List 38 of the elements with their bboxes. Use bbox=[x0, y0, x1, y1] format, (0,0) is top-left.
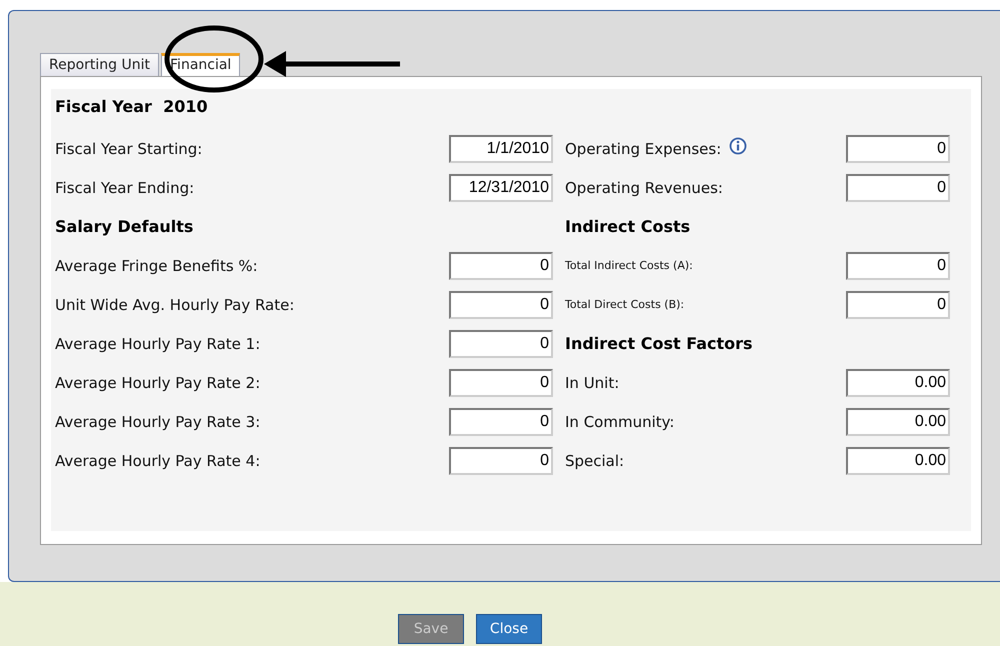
info-icon[interactable] bbox=[729, 136, 748, 154]
section-heading: Fiscal Year 2010 bbox=[55, 97, 209, 116]
tab[interactable]: Financial bbox=[161, 53, 240, 76]
section-heading: Indirect Costs bbox=[564, 217, 692, 236]
number-field[interactable]: 0 bbox=[449, 408, 553, 436]
number-field[interactable]: 0 bbox=[449, 252, 553, 280]
section-heading: Indirect Cost Factors bbox=[564, 334, 754, 353]
field-label: In Unit: bbox=[565, 374, 620, 392]
field-label: In Community: bbox=[565, 412, 674, 430]
button[interactable]: Close bbox=[476, 614, 542, 644]
field-label: Total Indirect Costs (A): bbox=[565, 259, 693, 272]
field-label: Average Hourly Pay Rate 1: bbox=[55, 334, 260, 352]
number-field[interactable]: 1/1/2010 bbox=[449, 134, 553, 162]
number-field[interactable]: 0 bbox=[449, 446, 553, 474]
number-field[interactable]: 0 bbox=[846, 290, 950, 318]
field-label: Special: bbox=[565, 452, 624, 470]
field-label: Average Hourly Pay Rate 4: bbox=[55, 452, 260, 470]
number-field[interactable]: 12/31/2010 bbox=[449, 174, 553, 202]
number-field[interactable]: 0 bbox=[846, 174, 950, 202]
tab[interactable]: Reporting Unit bbox=[40, 53, 160, 76]
number-field[interactable]: 0.00 bbox=[846, 408, 950, 436]
number-field[interactable]: 0 bbox=[449, 290, 553, 318]
field-label: Average Hourly Pay Rate 2: bbox=[55, 374, 260, 392]
field-label: Operating Expenses: bbox=[565, 140, 722, 158]
field-label: Unit Wide Avg. Hourly Pay Rate: bbox=[55, 296, 294, 314]
section-heading: Salary Defaults bbox=[55, 217, 194, 236]
field-label: Fiscal Year Ending: bbox=[55, 178, 194, 196]
field-label: Fiscal Year Starting: bbox=[55, 140, 202, 158]
number-field[interactable]: 0 bbox=[846, 252, 950, 280]
field-label: Total Direct Costs (B): bbox=[565, 298, 684, 311]
number-field[interactable]: 0.00 bbox=[846, 368, 950, 396]
field-label: Operating Revenues: bbox=[565, 178, 723, 196]
field-label: Average Hourly Pay Rate 3: bbox=[55, 412, 260, 430]
number-field[interactable]: 0 bbox=[449, 368, 553, 396]
number-field[interactable]: 0 bbox=[449, 330, 553, 358]
field-label: Average Fringe Benefits %: bbox=[55, 256, 258, 274]
number-field[interactable]: 0.00 bbox=[846, 446, 950, 474]
number-field[interactable]: 0 bbox=[846, 134, 950, 162]
